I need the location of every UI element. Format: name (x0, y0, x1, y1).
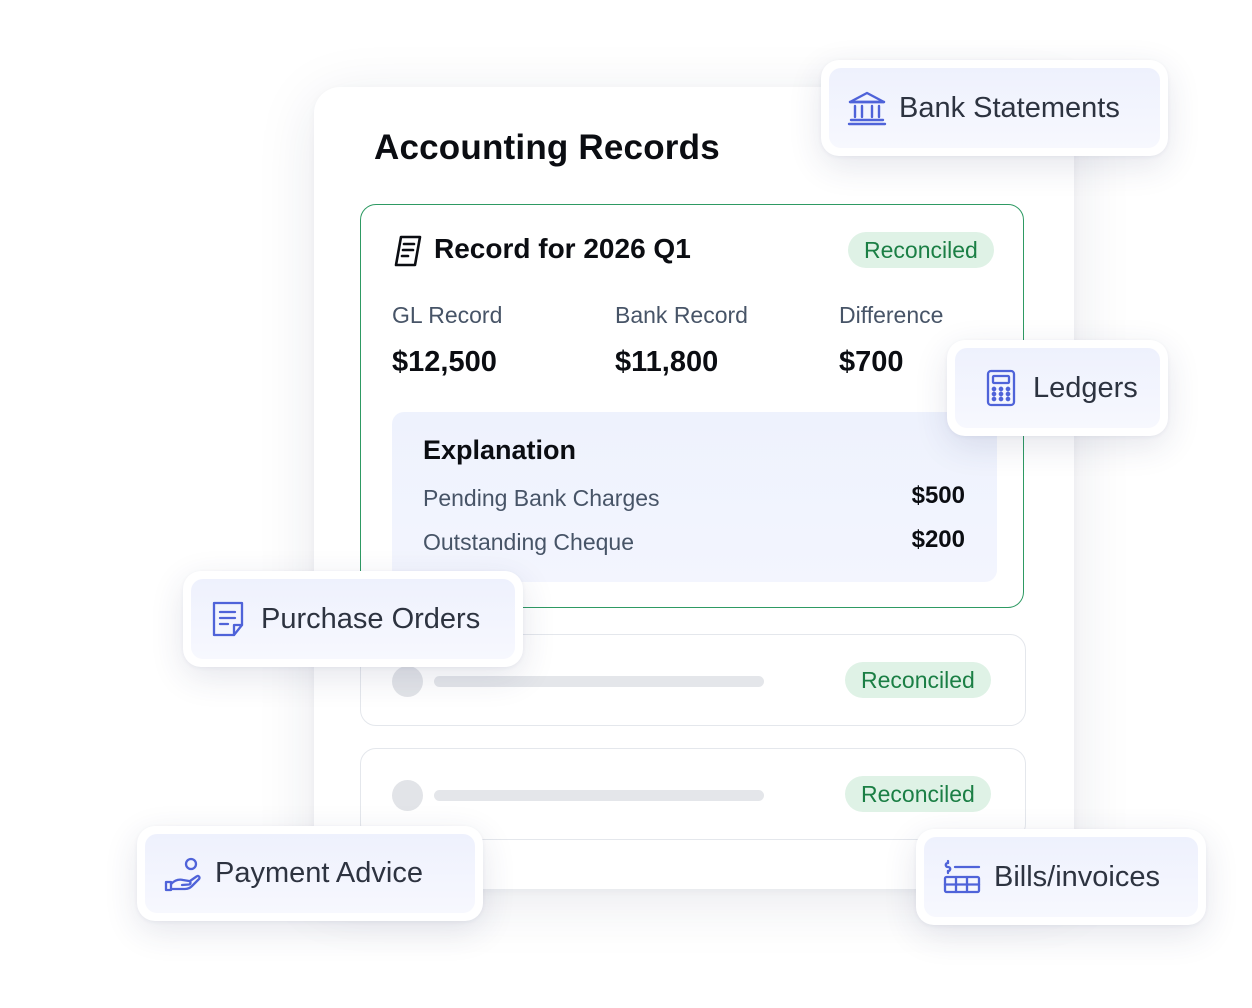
placeholder-text-bar (434, 676, 764, 687)
chip-label: Purchase Orders (261, 602, 481, 635)
chip-label: Ledgers (1033, 371, 1138, 404)
chip-payment-advice-inner: Payment Advice (145, 834, 475, 913)
gl-record-label: GL Record (392, 302, 503, 328)
explanation-title: Explanation (423, 435, 577, 465)
chip-bank-statements-inner: Bank Statements (829, 68, 1160, 148)
placeholder-avatar (392, 666, 423, 697)
explanation-item-amount: $200 (911, 526, 965, 553)
bank-record-value: $11,800 (615, 346, 719, 378)
placeholder-avatar (392, 780, 423, 811)
difference-label: Difference (839, 302, 944, 328)
explanation-item-label: Pending Bank Charges (423, 485, 660, 511)
chip-payment-advice[interactable]: Payment Advice (137, 826, 483, 921)
chip-label: Bank Statements (899, 91, 1120, 124)
chip-purchase-orders[interactable]: Purchase Orders (183, 571, 523, 667)
document-icon (212, 601, 244, 637)
record-title: Record for 2026 Q1 (434, 233, 691, 264)
chip-label: Payment Advice (215, 857, 423, 889)
explanation-item-amount: $500 (911, 482, 965, 509)
bank-record-label: Bank Record (615, 302, 748, 328)
placeholder-text-bar (434, 790, 764, 801)
chip-bills-invoices[interactable]: Bills/invoices (916, 829, 1206, 925)
difference-value: $700 (839, 346, 904, 378)
page-title: Accounting Records (374, 128, 720, 167)
invoice-list-icon (943, 859, 981, 894)
bank-icon (847, 91, 887, 126)
gl-record-value: $12,500 (392, 346, 497, 378)
chip-bills-invoices-inner: Bills/invoices (924, 837, 1198, 917)
chip-bank-statements[interactable]: Bank Statements (821, 60, 1168, 156)
status-badge: Reconciled (845, 776, 991, 812)
status-badge: Reconciled (848, 232, 994, 268)
chip-ledgers[interactable]: Ledgers (947, 340, 1168, 436)
chip-purchase-orders-inner: Purchase Orders (191, 579, 515, 659)
status-badge: Reconciled (845, 662, 991, 698)
chip-label: Bills/invoices (994, 860, 1160, 893)
explanation-item-label: Outstanding Cheque (423, 529, 634, 555)
calculator-icon (986, 369, 1016, 407)
hand-coin-icon (164, 857, 201, 891)
chip-ledgers-inner: Ledgers (955, 348, 1160, 428)
receipt-icon (394, 235, 422, 267)
